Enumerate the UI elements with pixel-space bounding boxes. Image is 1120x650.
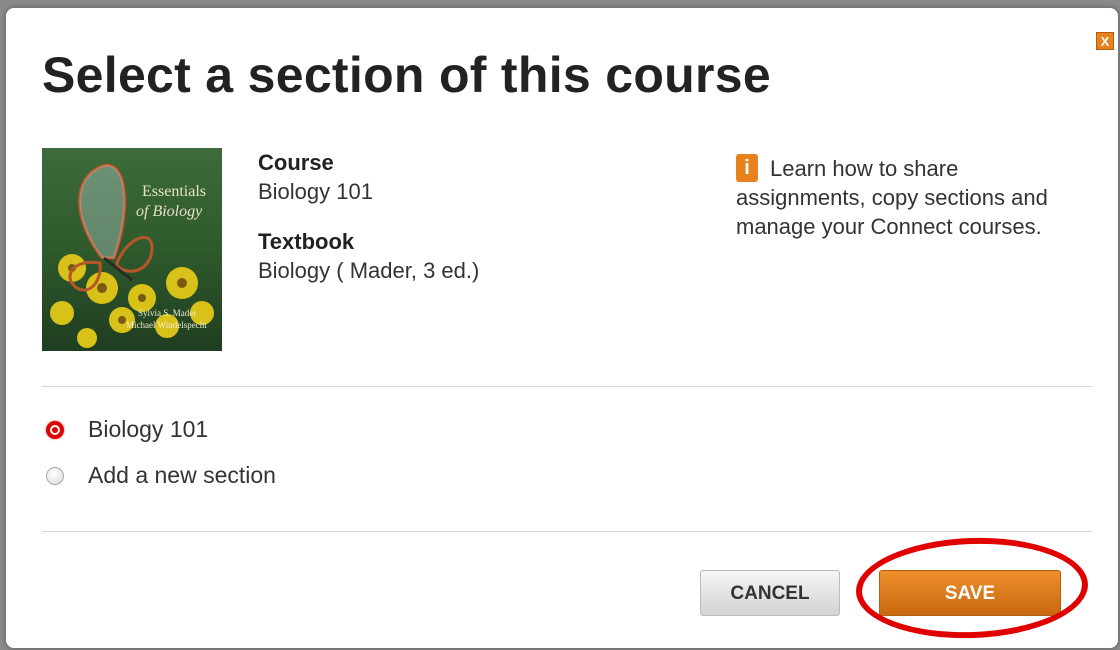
close-button[interactable]: X	[1096, 32, 1114, 50]
course-info: Course Biology 101 Textbook Biology ( Ma…	[258, 150, 479, 284]
textbook-value: Biology ( Mader, 3 ed.)	[258, 258, 480, 283]
course-value: Biology 101	[258, 179, 373, 204]
radio-unselected[interactable]	[46, 466, 64, 485]
divider-bottom	[42, 531, 1092, 532]
course-label: Course	[258, 150, 334, 175]
svg-text:Michael Windelspecht: Michael Windelspecht	[126, 320, 207, 330]
textbook-cover-image: Essentials of Biology Sylvia S. Mader Mi…	[42, 148, 222, 351]
info-icon: i	[736, 154, 758, 182]
radio-selected[interactable]	[46, 420, 64, 439]
section-option-label[interactable]: Biology 101	[88, 416, 208, 443]
help-text[interactable]: Learn how to share assignments, copy sec…	[736, 156, 1048, 239]
svg-text:of Biology: of Biology	[136, 203, 203, 220]
section-option-biology-101[interactable]: Biology 101	[46, 416, 208, 443]
svg-text:Essentials: Essentials	[142, 183, 206, 200]
save-button[interactable]: SAVE	[879, 570, 1061, 616]
svg-text:Sylvia S. Mader: Sylvia S. Mader	[138, 308, 196, 318]
section-option-label[interactable]: Add a new section	[88, 462, 276, 489]
textbook-label: Textbook	[258, 229, 355, 254]
divider-top	[42, 386, 1092, 387]
help-link[interactable]: i Learn how to share assignments, copy se…	[736, 154, 1076, 241]
dialog-title: Select a section of this course	[42, 47, 771, 103]
cancel-button[interactable]: CANCEL	[700, 570, 840, 616]
section-option-add-new[interactable]: Add a new section	[46, 462, 276, 489]
select-section-dialog: X Select a section of this course Essent…	[6, 8, 1118, 648]
